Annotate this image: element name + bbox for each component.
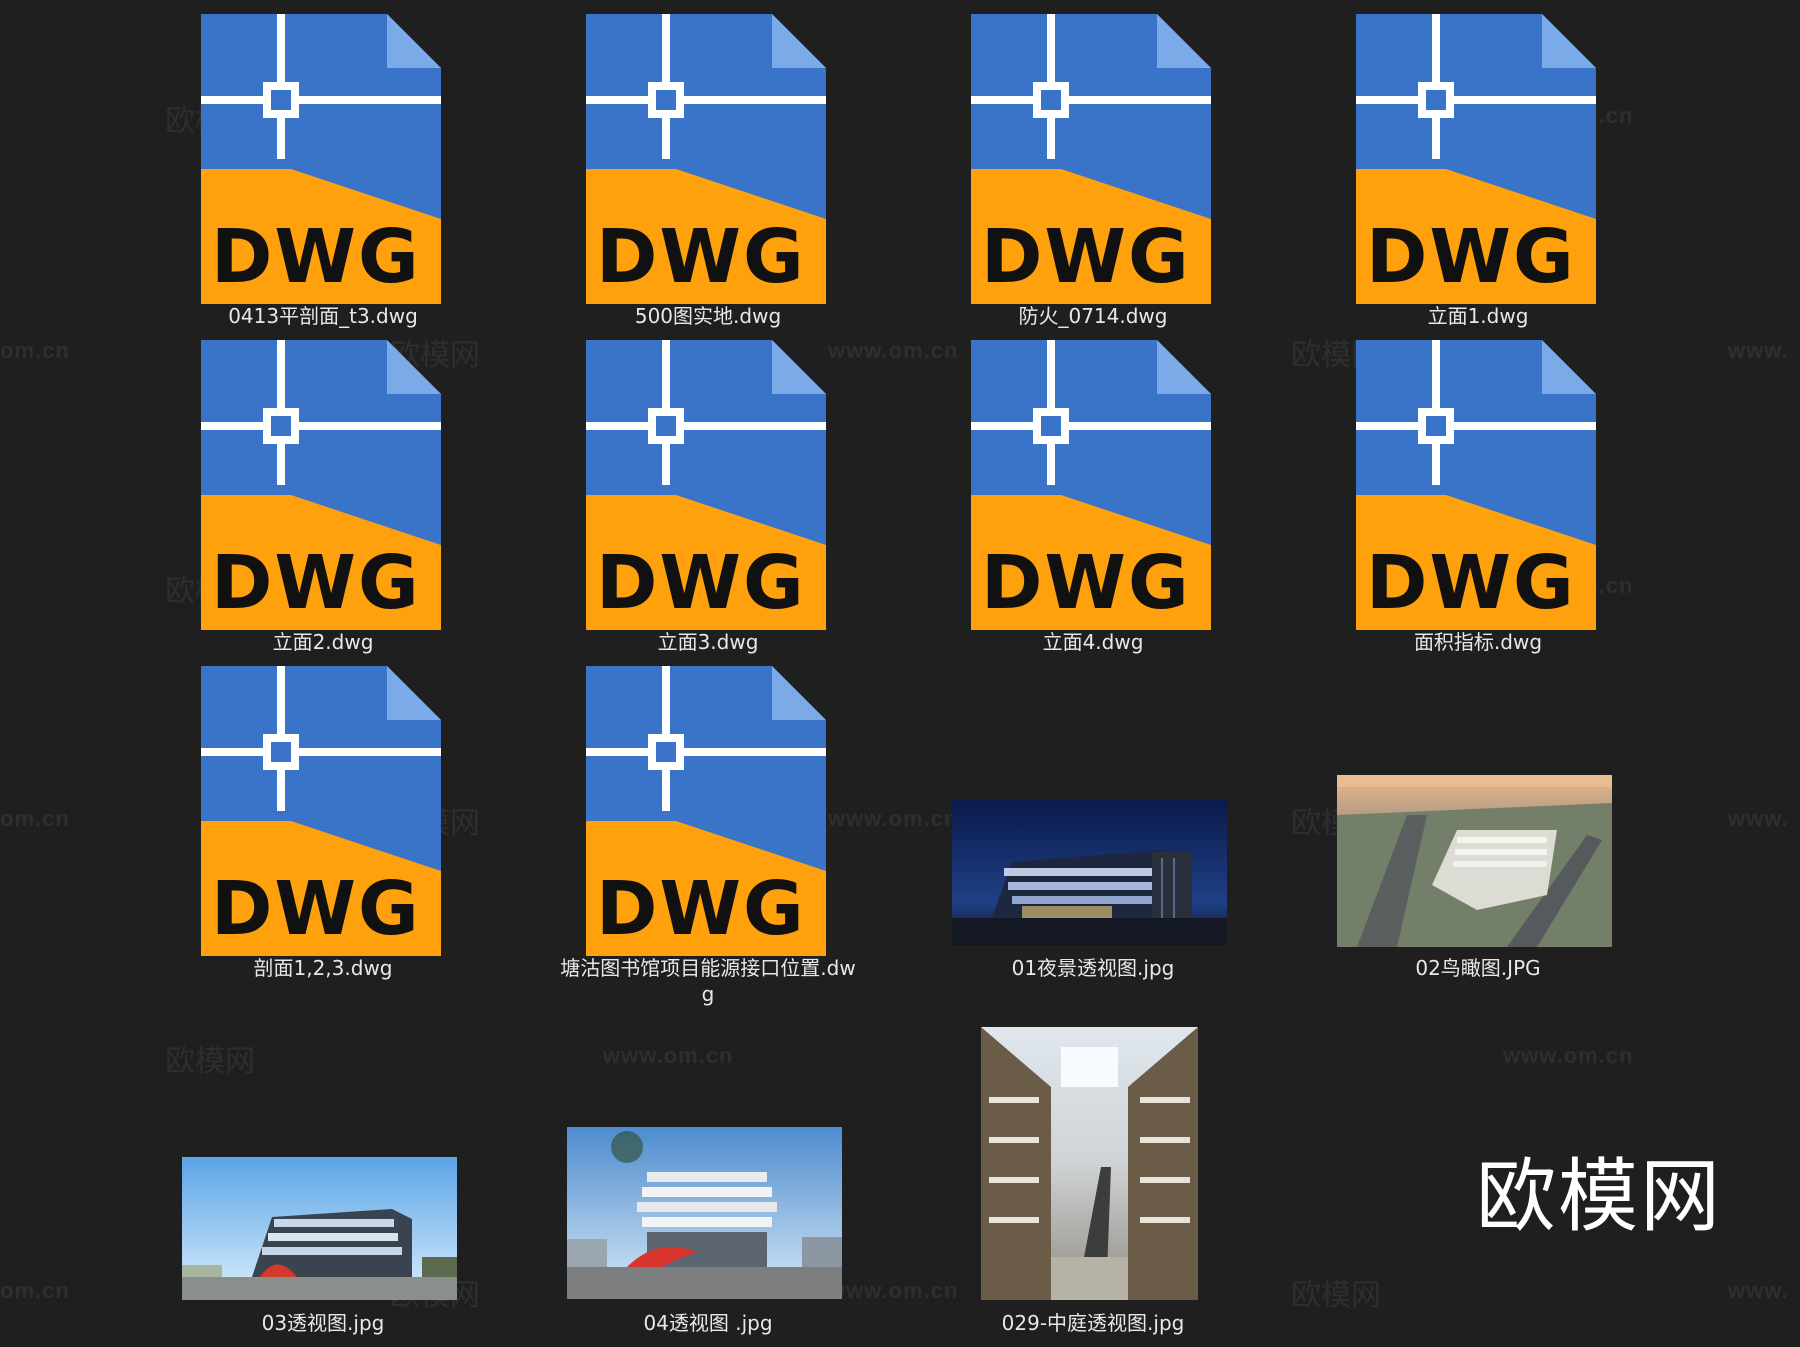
file-name-label: 0413平剖面_t3.dwg	[228, 304, 418, 328]
file-name-label: 防火_0714.dwg	[1018, 304, 1168, 328]
file-name-label: 01夜景透视图.jpg	[1011, 956, 1175, 980]
dwg-badge-text: DWG	[211, 214, 421, 300]
dwg-badge-text: DWG	[596, 214, 806, 300]
brand-logo: 欧模网	[1476, 1150, 1722, 1243]
watermark-url: www.	[1728, 806, 1789, 831]
file-name-label: 立面3.dwg	[657, 630, 759, 654]
atrium-interior-thumbnail	[981, 1027, 1198, 1300]
file-item[interactable]: DWG 塘沽图书馆项目能源接口位置.dwg	[558, 666, 858, 1016]
dwg-badge-text: DWG	[981, 540, 1191, 626]
file-item[interactable]: 029-中庭透视图.jpg	[943, 1027, 1243, 1347]
dwg-badge-text: DWG	[211, 540, 421, 626]
watermark-url: www.	[1728, 1278, 1789, 1303]
dwg-file-icon: DWG	[586, 340, 826, 630]
file-item[interactable]: DWG 500图实地.dwg	[558, 14, 858, 334]
file-item[interactable]: DWG 防火_0714.dwg	[943, 14, 1243, 334]
dwg-file-icon: DWG	[1356, 340, 1596, 630]
dwg-file-icon: DWG	[586, 14, 826, 304]
file-name-label: 04透视图 .jpg	[643, 1311, 773, 1335]
file-name-label: 立面4.dwg	[1042, 630, 1144, 654]
dwg-badge-text: DWG	[1366, 540, 1576, 626]
file-name-label: 03透视图.jpg	[261, 1311, 385, 1335]
file-name-label: 剖面1,2,3.dwg	[253, 956, 393, 980]
watermark-url: www.om.cn	[603, 1043, 734, 1068]
watermark-text: 欧模网	[1291, 1278, 1381, 1313]
dwg-badge-text: DWG	[211, 866, 421, 952]
dwg-file-icon: DWG	[201, 666, 441, 956]
file-item[interactable]: 04透视图 .jpg	[558, 1127, 858, 1347]
aerial-view-thumbnail	[1337, 775, 1612, 947]
dwg-file-icon: DWG	[201, 14, 441, 304]
watermark-url: www.	[1728, 338, 1789, 363]
dwg-badge-text: DWG	[596, 866, 806, 952]
watermark-url: om.cn	[0, 1278, 70, 1303]
dwg-file-icon: DWG	[201, 340, 441, 630]
dwg-file-icon: DWG	[1356, 14, 1596, 304]
dwg-badge-text: DWG	[596, 540, 806, 626]
file-item[interactable]: DWG 立面2.dwg	[173, 340, 473, 660]
watermark-url: om.cn	[0, 338, 70, 363]
file-name-label: 02鸟瞰图.JPG	[1415, 956, 1541, 980]
watermark-text: 欧模网	[165, 1044, 255, 1079]
night-building-thumbnail	[952, 800, 1227, 945]
watermark-url: om.cn	[0, 806, 70, 831]
file-name-label: 029-中庭透视图.jpg	[1001, 1311, 1185, 1335]
file-name-label: 立面1.dwg	[1427, 304, 1529, 328]
watermark-url: www.om.cn	[1503, 1043, 1634, 1068]
file-item[interactable]: 02鸟瞰图.JPG	[1328, 775, 1628, 990]
file-item[interactable]: DWG 剖面1,2,3.dwg	[173, 666, 473, 986]
dwg-file-icon: DWG	[971, 14, 1211, 304]
file-item[interactable]: DWG 立面4.dwg	[943, 340, 1243, 660]
day-perspective-thumbnail	[182, 1157, 457, 1300]
file-name-label: 面积指标.dwg	[1413, 630, 1543, 654]
dwg-file-icon: DWG	[971, 340, 1211, 630]
front-perspective-thumbnail	[567, 1127, 842, 1299]
file-name-label: 500图实地.dwg	[634, 304, 782, 328]
file-name-label: 立面2.dwg	[272, 630, 374, 654]
file-item[interactable]: DWG 0413平剖面_t3.dwg	[173, 14, 473, 334]
dwg-file-icon: DWG	[586, 666, 826, 956]
file-item[interactable]: DWG 面积指标.dwg	[1328, 340, 1628, 660]
file-item[interactable]: DWG 立面3.dwg	[558, 340, 858, 660]
file-browser-grid: 欧模网 www.om.cn 欧模网 www.om.cn om.cn 欧模网 ww…	[0, 0, 1800, 1347]
file-name-label: 塘沽图书馆项目能源接口位置.dwg	[560, 956, 856, 1006]
file-item[interactable]: DWG 立面1.dwg	[1328, 14, 1628, 334]
dwg-badge-text: DWG	[1366, 214, 1576, 300]
dwg-badge-text: DWG	[981, 214, 1191, 300]
file-item[interactable]: 03透视图.jpg	[173, 1157, 473, 1347]
file-item[interactable]: 01夜景透视图.jpg	[943, 800, 1243, 990]
